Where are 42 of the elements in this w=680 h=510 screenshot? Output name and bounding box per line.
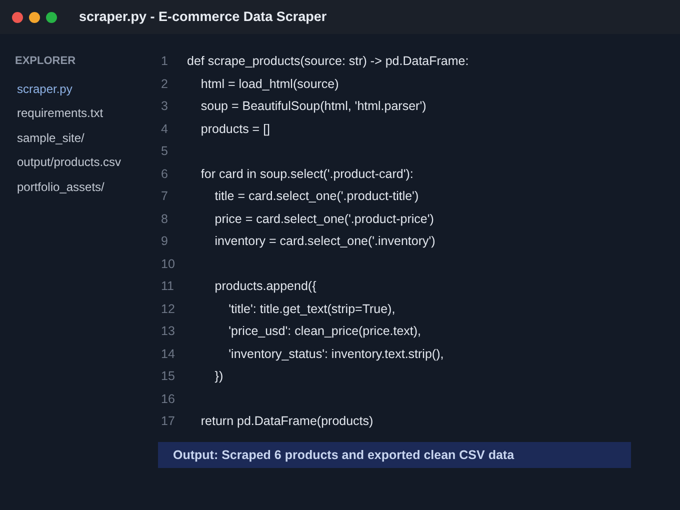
line-number: 16 xyxy=(160,390,176,408)
line-number: 10 xyxy=(160,256,176,272)
code-line: html = load_html(source) xyxy=(200,76,339,93)
code-line: 'price_usd': clean_price(price.text), xyxy=(228,323,422,340)
maximize-icon[interactable] xyxy=(46,12,57,22)
code-line: 'title': title.get_text(strip=True), xyxy=(228,300,396,318)
explorer-heading: EXPLORER xyxy=(15,54,77,69)
code-line: products = [] xyxy=(200,120,270,138)
code-line: }) xyxy=(214,368,224,385)
line-number: 2 xyxy=(160,76,169,92)
line-number: 12 xyxy=(160,300,176,318)
line-number: 14 xyxy=(160,346,176,362)
line-number: 5 xyxy=(160,143,169,160)
code-line: price = card.select_one('.product-price') xyxy=(214,210,434,228)
code-line: def scrape_products(source: str) -> pd.DataFrame: xyxy=(187,53,469,70)
line-number: 17 xyxy=(160,413,176,430)
code-line: soup = BeautifulSoup(html, 'html.parser') xyxy=(200,98,426,115)
code-line: title = card.select_one('.product-title') xyxy=(214,188,419,205)
line-number: 6 xyxy=(160,166,169,182)
file-item[interactable]: portfolio_assets/ xyxy=(15,178,106,194)
file-item[interactable]: scraper.py xyxy=(15,80,74,96)
line-number: 8 xyxy=(160,210,169,228)
line-number: 4 xyxy=(160,120,169,138)
line-number: 9 xyxy=(160,233,169,250)
line-number: 15 xyxy=(160,368,176,385)
code-line: inventory = card.select_one('.inventory') xyxy=(214,233,436,250)
line-number: 7 xyxy=(160,188,169,205)
code-line: return pd.DataFrame(products) xyxy=(200,413,374,430)
line-number: 3 xyxy=(160,98,169,115)
code-line: 'inventory_status': inventory.text.strip(), xyxy=(228,346,444,363)
code-line: for card in soup.select('.product-card'): xyxy=(200,166,414,183)
file-item[interactable]: requirements.txt xyxy=(15,105,106,121)
window-title: scraper.py - E-commerce Data Scraper xyxy=(79,8,327,26)
line-number: 13 xyxy=(160,323,176,340)
line-number: 1 xyxy=(160,53,169,70)
line-number: 11 xyxy=(160,278,175,295)
minimize-icon[interactable] xyxy=(29,12,40,22)
file-item[interactable]: output/products.csv xyxy=(15,154,124,170)
output-banner: Output: Scraped 6 products and exported clean CSV data xyxy=(158,442,631,468)
close-icon[interactable] xyxy=(12,12,23,22)
code-line: products.append({ xyxy=(214,278,316,295)
file-item[interactable]: sample_site/ xyxy=(15,130,86,146)
